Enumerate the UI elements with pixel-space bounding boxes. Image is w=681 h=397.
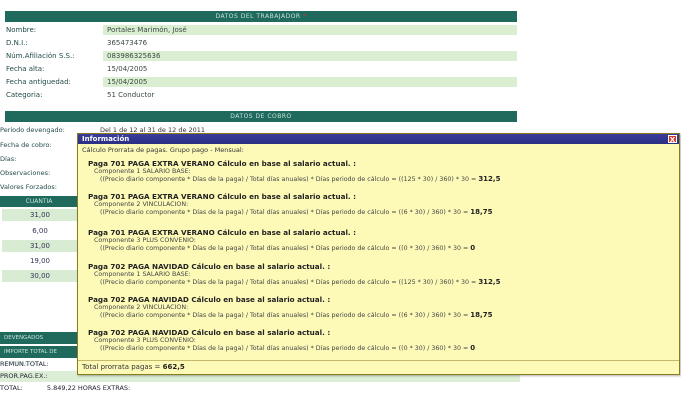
block-title: Paga 702 PAGA NAVIDAD Cálculo en base al… <box>88 262 331 271</box>
worker-row-fecha-alta: Fecha alta: 15/04/2005 <box>5 63 517 75</box>
cuantia-value: 31,00 <box>2 209 78 221</box>
cuantia-header: CUANTIA <box>0 196 78 207</box>
formula-text: ((Precio diario componente * Días de la … <box>100 245 469 252</box>
formula-text: ((Precio diario componente * Días de la … <box>100 345 469 352</box>
worker-label: D.N.I.: <box>6 39 28 47</box>
total-prorrata-value: 662,5 <box>162 363 185 371</box>
total-label: TOTAL: <box>0 384 23 392</box>
importe-total-header: IMPORTE TOTAL DE COTIZACION <box>0 346 80 367</box>
block-formula: ((Precio diario componente * Días de la … <box>88 175 668 184</box>
total-prorrata-label: Total prorrata pagas = <box>82 363 161 371</box>
block-title: Paga 701 PAGA EXTRA VERANO Cálculo en ba… <box>88 228 357 237</box>
prorrata-block: Paga 701 PAGA EXTRA VERANO Cálculo en ba… <box>88 228 668 253</box>
prorrata-block: Paga 701 PAGA EXTRA VERANO Cálculo en ba… <box>88 159 668 184</box>
dias-label: Días: <box>0 155 17 163</box>
cuantia-value: 30,00 <box>2 270 78 282</box>
worker-label: Fecha antiguedad: <box>6 78 71 86</box>
prorrata-label: PROR.PAG.EX.: <box>0 372 48 380</box>
formula-result: 18,75 <box>470 311 493 319</box>
block-formula: ((Precio diario componente * Días de la … <box>88 344 668 353</box>
remun-total-label: REMUN.TOTAL: <box>0 360 49 368</box>
dialog-divider <box>78 360 679 361</box>
total-value: 5.849,22 HORAS EXTRAS: <box>46 384 131 392</box>
cuantia-value: 6,00 <box>2 225 78 237</box>
formula-result: 0 <box>470 244 476 252</box>
block-component: Componente 3 PLUS CONVENIO: <box>94 237 196 244</box>
formula-result: 0 <box>470 344 476 352</box>
formula-result: 312,5 <box>478 175 501 183</box>
cobro-header-title: DATOS DE COBRO <box>230 113 292 120</box>
worker-label: Categoria: <box>6 91 43 99</box>
dialog-total: Total prorrata pagas = 662,5 <box>82 363 185 371</box>
worker-section-header: DATOS DEL TRABAJADOR * <box>5 11 517 22</box>
dialog-title-bar[interactable]: Información X <box>78 134 679 144</box>
formula-text: ((Precio diario componente * Días de la … <box>100 176 477 183</box>
worker-value: 083986325636 <box>103 51 517 61</box>
worker-row-dni: D.N.I.: 365473476 <box>5 37 517 49</box>
formula-text: ((Precio diario componente * Días de la … <box>100 312 469 319</box>
prorrata-block: Paga 702 PAGA NAVIDAD Cálculo en base al… <box>88 295 668 320</box>
worker-label: Nombre: <box>6 26 37 34</box>
block-formula: ((Precio diario componente * Días de la … <box>88 208 668 217</box>
block-component: Componente 1 SALARIO BASE: <box>94 271 191 278</box>
block-component: Componente 1 SALARIO BASE: <box>94 168 191 175</box>
worker-value: Portales Marimón, José <box>103 25 517 35</box>
worker-row-nombre: Nombre: Portales Marimón, José <box>5 24 517 36</box>
block-component: Componente 3 PLUS CONVENIO: <box>94 337 196 344</box>
valores-forzados-label: Valores Forzados: <box>0 183 57 191</box>
fecha-cobro-label: Fecha de cobro: <box>0 141 52 149</box>
worker-header-title: DATOS DEL TRABAJADOR <box>215 13 301 20</box>
total-row: TOTAL: 5.849,22 HORAS EXTRAS: <box>0 383 520 394</box>
formula-result: 312,5 <box>478 278 501 286</box>
worker-header-mark: * <box>303 13 307 20</box>
worker-row-categoria: Categoria: 51 Conductor <box>5 89 517 101</box>
close-icon[interactable]: X <box>668 135 677 144</box>
block-component: Componente 2 VINCULACION: <box>94 201 189 208</box>
payroll-page: DATOS DEL TRABAJADOR * Nombre: Portales … <box>0 0 681 397</box>
dialog-title: Información <box>82 135 130 143</box>
block-title: Paga 702 PAGA NAVIDAD Cálculo en base al… <box>88 295 331 304</box>
cobro-section-header: DATOS DE COBRO <box>5 111 517 122</box>
devengados-header: DEVENGADOS COMPONENTES <box>0 332 80 353</box>
prorrata-block: Paga 701 PAGA EXTRA VERANO Cálculo en ba… <box>88 192 668 217</box>
info-dialog[interactable]: Información X Cálculo Prorrata de pagas.… <box>77 133 680 375</box>
formula-text: ((Precio diario componente * Días de la … <box>100 279 477 286</box>
worker-row-antiguedad: Fecha antiguedad: 15/04/2005 <box>5 76 517 88</box>
worker-row-afiliacion: Núm.Afiliación S.S.: 083986325636 <box>5 50 517 62</box>
cuantia-value: 31,00 <box>2 240 78 252</box>
block-formula: ((Precio diario componente * Días de la … <box>88 311 668 320</box>
formula-text: ((Precio diario componente * Días de la … <box>100 209 469 216</box>
block-title: Paga 701 PAGA EXTRA VERANO Cálculo en ba… <box>88 192 357 201</box>
dialog-subtitle: Cálculo Prorrata de pagas. Grupo pago - … <box>82 146 244 154</box>
prorrata-block: Paga 702 PAGA NAVIDAD Cálculo en base al… <box>88 328 668 353</box>
observaciones-label: Observaciones: <box>0 169 51 177</box>
block-title: Paga 701 PAGA EXTRA VERANO Cálculo en ba… <box>88 159 357 168</box>
block-component: Componente 2 VINCULACION: <box>94 304 189 311</box>
cuantia-value: 19,00 <box>2 255 78 267</box>
prorrata-block: Paga 702 PAGA NAVIDAD Cálculo en base al… <box>88 262 668 287</box>
worker-label: Núm.Afiliación S.S.: <box>6 52 75 60</box>
worker-label: Fecha alta: <box>6 65 45 73</box>
worker-value: 15/04/2005 <box>103 64 517 74</box>
worker-value: 15/04/2005 <box>103 77 517 87</box>
block-title: Paga 702 PAGA NAVIDAD Cálculo en base al… <box>88 328 331 337</box>
block-formula: ((Precio diario componente * Días de la … <box>88 244 668 253</box>
formula-result: 18,75 <box>470 208 493 216</box>
worker-value: 365473476 <box>103 38 517 48</box>
block-formula: ((Precio diario componente * Días de la … <box>88 278 668 287</box>
worker-value: 51 Conductor <box>103 90 517 100</box>
